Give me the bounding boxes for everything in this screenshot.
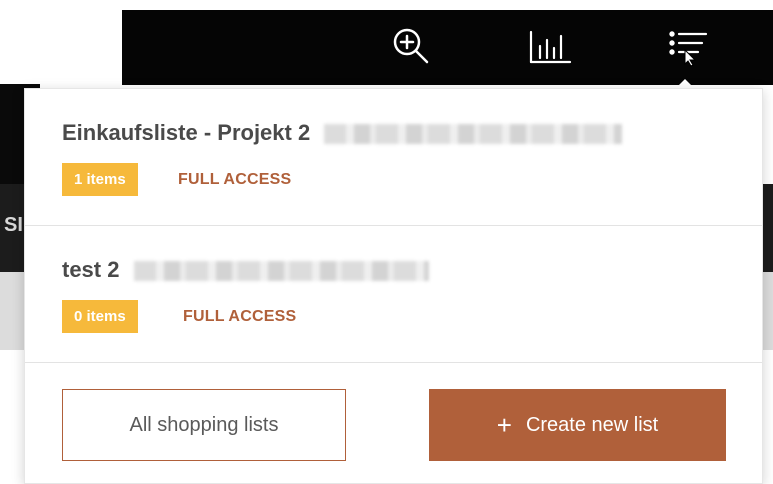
all-shopping-lists-button[interactable]: All shopping lists (62, 389, 346, 461)
items-count-badge: 1 items (62, 163, 138, 196)
shopping-list-item[interactable]: test 2 0 items FULL ACCESS (25, 226, 762, 363)
owner-name-redacted (324, 124, 623, 145)
plus-icon: + (496, 410, 512, 440)
zoom-in-icon[interactable] (389, 26, 435, 68)
create-new-list-label: Create new list (525, 413, 659, 436)
access-level-label: FULL ACCESS (183, 308, 297, 325)
items-count-badge: 0 items (62, 300, 138, 333)
access-level-label: FULL ACCESS (178, 171, 292, 188)
shopping-lists-dropdown: Einkaufsliste - Projekt 2 1 items FULL A… (24, 88, 763, 484)
list-title-row: test 2 (62, 257, 429, 283)
list-title: test 2 (62, 257, 120, 282)
all-shopping-lists-label: All shopping lists (129, 413, 279, 436)
create-new-list-button[interactable]: + Create new list (429, 389, 726, 461)
chart-icon[interactable] (528, 26, 574, 68)
list-title: Einkaufsliste - Projekt 2 (62, 120, 311, 145)
background-text-fragment: SI (4, 214, 23, 236)
list-menu-icon[interactable] (666, 26, 712, 68)
list-title-row: Einkaufsliste - Projekt 2 (62, 120, 623, 146)
owner-name-redacted (133, 261, 429, 282)
shopping-list-item[interactable]: Einkaufsliste - Projekt 2 1 items FULL A… (25, 89, 762, 226)
